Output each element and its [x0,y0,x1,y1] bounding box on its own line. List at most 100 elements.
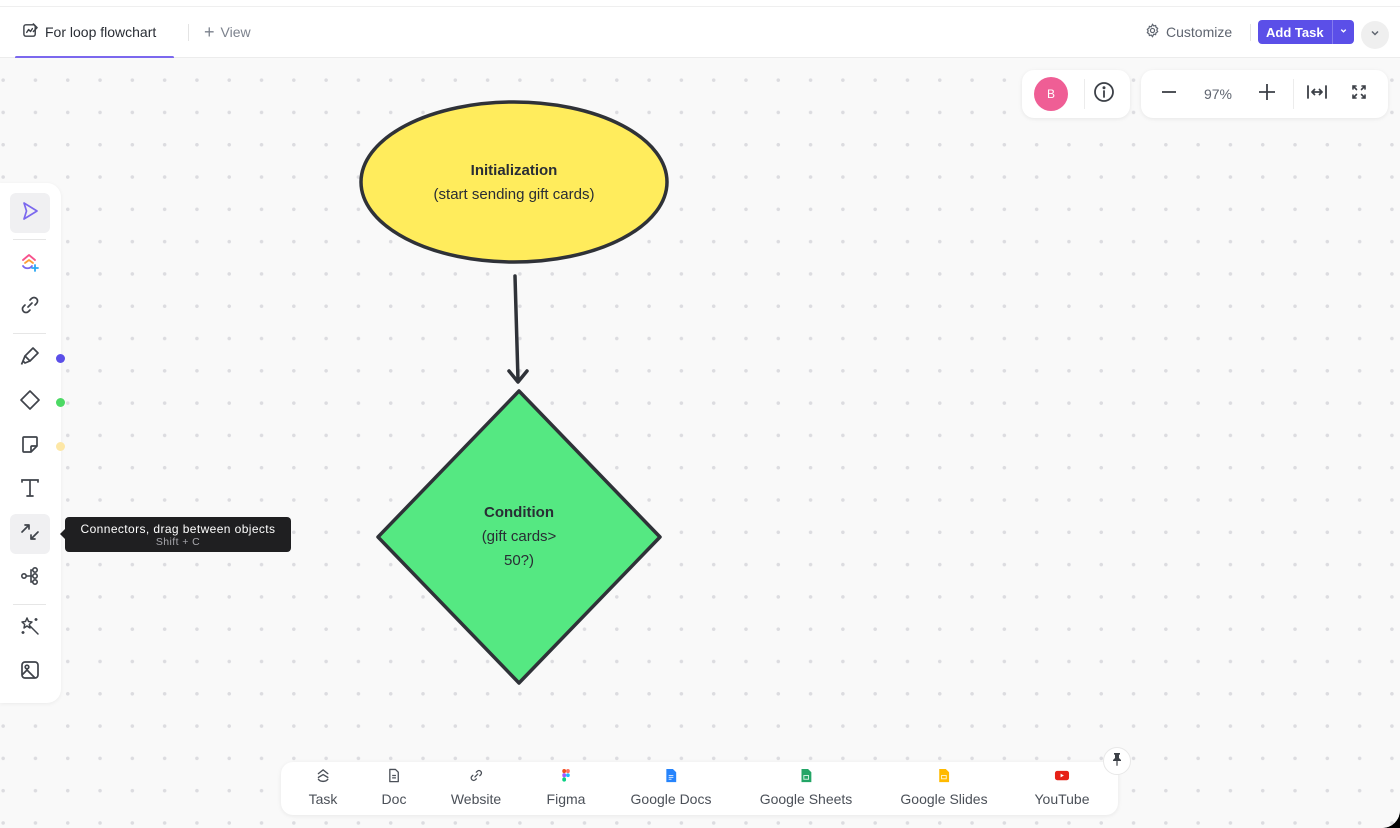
tooltip-shortcut: Shift + C [155,536,201,548]
embed-label: Task [308,791,338,807]
node-subtitle-line: 50?) [503,552,535,569]
text-tool[interactable] [10,470,50,510]
embed-google-sheets-button[interactable]: Google Sheets [759,768,853,807]
expand-icon [1351,84,1367,105]
embed-task-button[interactable]: Task [308,768,338,807]
node-subtitle-line: (gift cards> [481,528,557,545]
shape-color-swatch[interactable] [56,398,65,407]
magic-wand-icon [19,615,41,642]
node-condition-label: Condition (gift cards> 50?) [440,501,598,573]
embed-label: Google Sheets [759,791,853,807]
embed-label: YouTube [1034,791,1090,807]
clickup-ai-tool[interactable] [10,244,50,284]
collapse-header-button[interactable] [1361,21,1389,49]
task-icon [315,768,330,786]
gear-icon [1145,23,1160,41]
ai-magic-tool[interactable] [10,608,50,648]
customize-label: Customize [1166,24,1233,40]
pen-tool[interactable] [10,338,50,378]
info-button[interactable] [1092,81,1116,108]
embed-website-button[interactable]: Website [451,768,501,807]
tooltip-title: Connectors, drag between objects [80,522,276,536]
mind-map-tool[interactable] [10,558,50,598]
plus-icon: + [204,22,215,42]
zoom-out-button[interactable] [1157,82,1181,106]
tab-for-loop-flowchart[interactable]: For loop flowchart [16,7,162,57]
embed-figma-button[interactable]: Figma [546,768,586,807]
sticky-note-icon [19,433,41,460]
embed-label: Google Docs [630,791,712,807]
avatar[interactable]: B [1034,77,1068,111]
embed-google-docs-button[interactable]: Google Docs [630,768,712,807]
sticky-note-tool[interactable] [10,426,50,466]
divider [1250,24,1251,41]
embed-label: Figma [546,791,586,807]
embed-label: Doc [381,791,407,807]
pen-color-swatch[interactable] [56,354,65,363]
fullscreen-button[interactable] [1347,82,1371,106]
fit-width-icon [1306,84,1328,105]
connector-tool[interactable] [10,514,50,554]
google-docs-icon [664,768,679,786]
customize-button[interactable]: Customize [1145,7,1232,57]
divider [13,239,46,240]
sticky-color-swatch[interactable] [56,442,65,451]
divider [188,24,189,41]
zoom-in-button[interactable] [1255,82,1279,106]
tools-toolbar [0,183,65,703]
embed-label: Google Slides [900,791,988,807]
whiteboard-canvas[interactable] [0,58,1400,828]
node-initialization-label: Initialization (start sending gift cards… [400,159,628,207]
link-tool[interactable] [10,287,50,327]
node-title: Initialization [470,162,558,179]
diamond-icon [19,389,41,416]
embed-youtube-button[interactable]: YouTube [1034,768,1090,807]
collaborators-panel: B [1022,70,1130,118]
chevron-down-icon [1369,26,1381,44]
pin-icon [1110,752,1124,771]
connector-icon [19,521,41,548]
tab-label: For loop flowchart [45,24,157,40]
embed-bar: Task Doc Website Figma Google Docs Googl… [281,762,1118,815]
figma-icon [559,768,574,786]
chevron-down-icon [1339,26,1348,38]
divider [1293,79,1294,109]
divider [13,333,46,334]
marker-icon [19,345,41,372]
youtube-icon [1054,768,1070,786]
embed-label: Website [450,791,502,807]
view-header: For loop flowchart + View Customize Add … [0,0,1400,59]
shape-tool[interactable] [10,382,50,422]
whiteboard-icon [22,22,39,42]
embed-google-slides-button[interactable]: Google Slides [900,768,988,807]
zoom-level: 97% [1203,86,1233,102]
doc-icon [387,768,402,786]
link-icon [468,768,483,786]
add-task-button-group: Add Task [1258,20,1354,44]
text-icon [19,477,41,504]
image-tool[interactable] [10,652,50,692]
add-task-button[interactable]: Add Task [1258,20,1332,44]
mind-map-icon [19,565,41,592]
node-title: Condition [484,504,554,521]
minus-icon [1160,83,1178,106]
select-tool[interactable] [10,193,50,233]
add-task-dropdown[interactable] [1331,20,1354,44]
google-sheets-icon [799,768,814,786]
info-icon [1093,81,1115,108]
node-subtitle: (start sending gift cards) [433,186,595,203]
clickup-add-icon [19,251,41,278]
plus-icon [1257,82,1277,107]
app-window: For loop flowchart + View Customize Add … [0,0,1400,828]
image-icon [19,659,41,686]
add-view-button[interactable]: + View [204,7,251,57]
connector-tooltip: Connectors, drag between objects Shift +… [60,517,291,552]
pin-embed-bar-button[interactable] [1103,747,1131,775]
zoom-controls: 97% [1141,70,1388,118]
cursor-icon [19,200,41,227]
link-icon [19,294,41,321]
embed-doc-button[interactable]: Doc [381,768,407,807]
add-view-label: View [220,24,251,40]
fit-width-button[interactable] [1305,82,1329,106]
divider [1084,79,1085,109]
